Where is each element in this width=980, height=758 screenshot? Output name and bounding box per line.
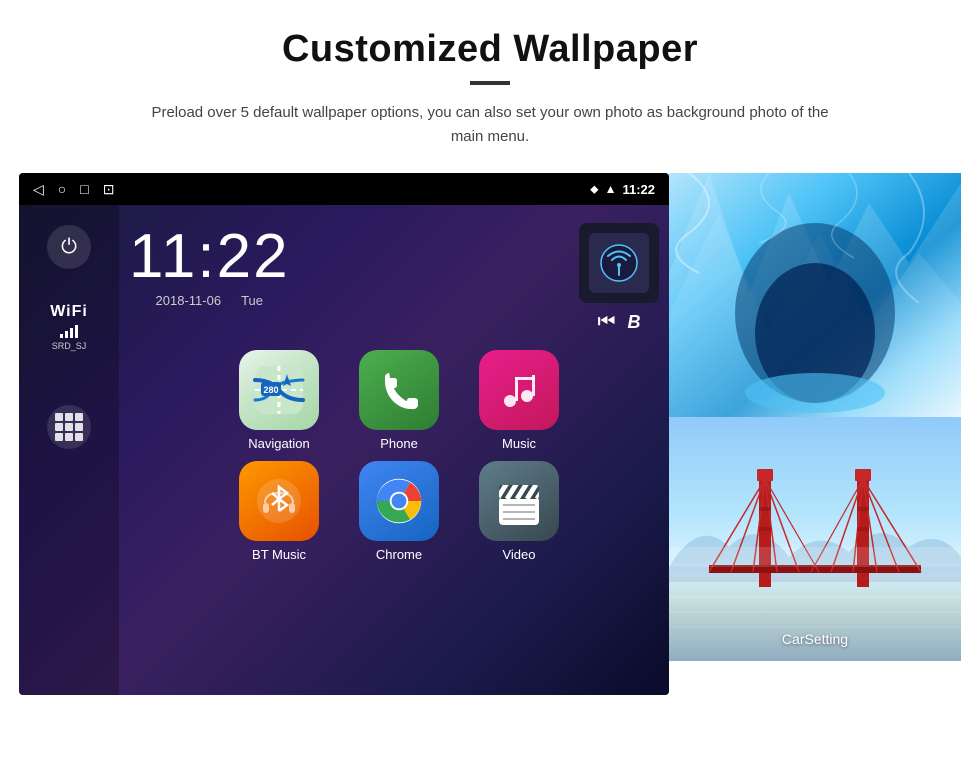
wifi-ssid: SRD_SJ	[52, 341, 87, 351]
screenshot-icon[interactable]: ⊡	[103, 181, 115, 198]
clock-date-value: 2018-11-06	[156, 293, 222, 308]
wifi-bar-2	[65, 331, 68, 338]
media-buttons: ⏮ B	[598, 311, 641, 334]
music-label: Music	[502, 436, 536, 451]
status-bar: ◁ ○ □ ⊡ ⬥ ▲ 11:22	[19, 173, 669, 205]
prev-track-icon[interactable]: ⏮	[598, 311, 616, 334]
btmusic-icon-bg	[239, 461, 319, 541]
wallpaper-bridge-thumb[interactable]: CarSetting	[669, 417, 961, 661]
app-navigation[interactable]: 280 Navigation	[224, 350, 334, 451]
location-icon: ⬥	[590, 182, 598, 197]
signal-wifi-icon	[599, 243, 639, 283]
btmusic-icon	[253, 475, 305, 527]
main-area: ⏻ WiFi SRD_SJ	[19, 205, 669, 695]
ice-cave-wallpaper	[669, 173, 961, 417]
right-panels: CarSetting	[669, 173, 961, 661]
wallpaper-ice-thumb[interactable]	[669, 173, 961, 417]
power-button[interactable]: ⏻	[47, 225, 91, 269]
app-video[interactable]: Video	[464, 461, 574, 562]
wifi-icon: ▲	[605, 182, 617, 196]
media-widget-inner	[589, 233, 649, 293]
chrome-label: Chrome	[376, 547, 422, 562]
phone-label: Phone	[380, 436, 418, 451]
wifi-bar-3	[70, 328, 73, 338]
wifi-bar-4	[75, 325, 78, 338]
clock-widget: 11:22 2018-11-06 Tue	[129, 223, 290, 308]
media-controls: ⏮ B	[579, 223, 659, 334]
apps-grid: 280 Navigation	[224, 350, 574, 562]
wifi-bar-1	[60, 334, 63, 338]
navigation-label: Navigation	[248, 436, 309, 451]
phone-icon-bg	[359, 350, 439, 430]
clock-time: 11:22	[129, 223, 290, 291]
navigation-icon-bg: 280	[239, 350, 319, 430]
wifi-title: WiFi	[50, 303, 88, 321]
power-icon: ⏻	[61, 236, 77, 259]
page-title: Customized Wallpaper	[282, 28, 698, 71]
center-area: 11:22 2018-11-06 Tue	[119, 205, 669, 695]
app-btmusic[interactable]: BT Music	[224, 461, 334, 562]
next-text-icon[interactable]: B	[628, 312, 641, 333]
android-screen: ◁ ○ □ ⊡ ⬥ ▲ 11:22 ⏻	[19, 173, 669, 695]
back-icon[interactable]: ◁	[33, 181, 44, 198]
chrome-icon-bg	[359, 461, 439, 541]
app-chrome[interactable]: Chrome	[344, 461, 454, 562]
app-music[interactable]: Music	[464, 350, 574, 451]
page-description: Preload over 5 default wallpaper options…	[140, 101, 840, 149]
page-wrapper: Customized Wallpaper Preload over 5 defa…	[0, 0, 980, 715]
carsetting-label: CarSetting	[669, 631, 961, 647]
title-divider	[470, 81, 510, 85]
status-bar-right: ⬥ ▲ 11:22	[590, 182, 655, 197]
svg-text:280: 280	[263, 385, 278, 395]
music-icon	[494, 365, 544, 415]
media-widget[interactable]	[579, 223, 659, 303]
phone-icon	[374, 365, 424, 415]
music-icon-bg	[479, 350, 559, 430]
chrome-icon-svg	[373, 475, 425, 527]
video-icon-bg	[479, 461, 559, 541]
home-icon[interactable]: ○	[58, 181, 66, 197]
navigation-map-icon: 280	[251, 362, 307, 418]
recents-icon[interactable]: □	[80, 181, 88, 197]
bridge-wallpaper	[669, 417, 961, 661]
left-sidebar: ⏻ WiFi SRD_SJ	[19, 205, 119, 695]
video-label: Video	[502, 547, 535, 562]
content-row: ◁ ○ □ ⊡ ⬥ ▲ 11:22 ⏻	[40, 173, 940, 695]
status-time: 11:22	[622, 182, 655, 197]
btmusic-label: BT Music	[252, 547, 306, 562]
app-phone[interactable]: Phone	[344, 350, 454, 451]
clock-date: 2018-11-06 Tue	[129, 293, 290, 308]
clock-day-value: Tue	[241, 293, 263, 308]
apps-button[interactable]	[47, 405, 91, 449]
video-icon-svg	[493, 475, 545, 527]
wifi-bars	[60, 324, 78, 338]
wifi-widget[interactable]: WiFi SRD_SJ	[50, 303, 88, 351]
apps-grid-icon	[55, 413, 83, 441]
status-bar-left: ◁ ○ □ ⊡	[33, 181, 114, 198]
